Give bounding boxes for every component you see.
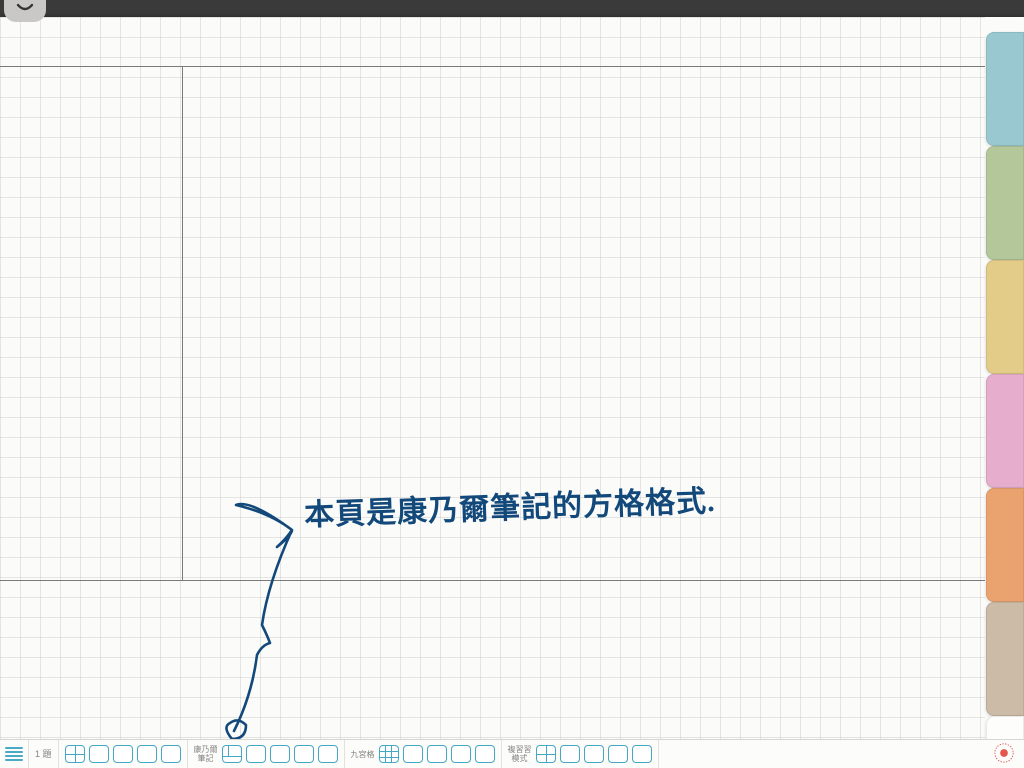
group-label-review: 複習習 模式 (508, 745, 532, 763)
chevron-down-icon (15, 2, 35, 14)
tpl-cornell-1[interactable] (222, 745, 242, 763)
page-number-label: 1 題 (35, 750, 52, 759)
tpl-nine-3[interactable] (427, 745, 447, 763)
tpl-cornell-2[interactable] (246, 745, 266, 763)
template-group-ninegrid: 九宮格 (345, 740, 502, 768)
tpl-rev-3[interactable] (584, 745, 604, 763)
tpl-blank-2[interactable] (113, 745, 133, 763)
cornell-summary-line (0, 580, 985, 581)
tpl-blank-4[interactable] (161, 745, 181, 763)
template-group-cornell: 康乃爾 筆記 (188, 740, 345, 768)
index-button[interactable] (0, 740, 29, 768)
tpl-nine-5[interactable] (475, 745, 495, 763)
cornell-cue-line (182, 66, 183, 580)
tab-5[interactable] (986, 488, 1024, 602)
title-separator (0, 66, 985, 67)
tab-3[interactable] (986, 260, 1024, 374)
tab-4[interactable] (986, 374, 1024, 488)
tpl-cornell-3[interactable] (270, 745, 290, 763)
collapse-handle[interactable] (4, 0, 46, 22)
tpl-blank-1[interactable] (89, 745, 109, 763)
notebook-page: 本頁是康乃爾筆記的方格格式. 1 題 (0, 17, 1024, 768)
tpl-rev-4[interactable] (608, 745, 628, 763)
page-label-seg: 1 題 (29, 740, 59, 768)
tab-2[interactable] (986, 146, 1024, 260)
tpl-nine-2[interactable] (403, 745, 423, 763)
tpl-cornell-4[interactable] (294, 745, 314, 763)
tpl-nine-1[interactable] (379, 745, 399, 763)
tab-1[interactable] (986, 32, 1024, 146)
group-label-cornell: 康乃爾 筆記 (194, 745, 218, 763)
tpl-nine-4[interactable] (451, 745, 471, 763)
record-button[interactable] (993, 742, 1015, 764)
bottom-toolbar: 1 題 康乃爾 筆記 (0, 739, 1024, 768)
tpl-quad[interactable] (65, 745, 85, 763)
tpl-blank-3[interactable] (137, 745, 157, 763)
group-label-ninegrid: 九宮格 (351, 750, 375, 759)
tpl-rev-5[interactable] (632, 745, 652, 763)
tpl-cornell-5[interactable] (318, 745, 338, 763)
grid-paper (0, 17, 985, 739)
tpl-rev-2[interactable] (560, 745, 580, 763)
tab-6[interactable] (986, 602, 1024, 716)
tpl-rev-1[interactable] (536, 745, 556, 763)
hamburger-icon (5, 747, 23, 761)
section-tabs (986, 32, 1024, 761)
template-group-basic (59, 740, 188, 768)
template-group-review: 複習習 模式 (502, 740, 659, 768)
